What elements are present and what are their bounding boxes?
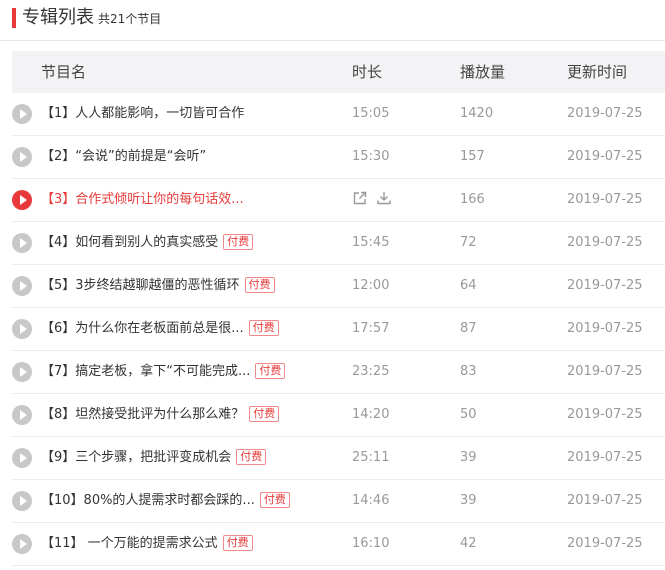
column-header-date: 更新时间 <box>567 63 628 81</box>
play-icon[interactable] <box>12 276 32 296</box>
episode-update-date: 2019-07-25 <box>567 364 643 379</box>
episode-title-text: 【8】坦然接受批评为什么那么难？ <box>41 407 245 422</box>
episode-update-date: 2019-07-25 <box>567 493 643 508</box>
episode-play-count: 87 <box>460 321 477 336</box>
table-row[interactable]: 【6】为什么你在老板面前总是很... 付费 17:57 87 2019-07-25 <box>12 308 665 351</box>
episode-title[interactable]: 【4】如何看到别人的真实感受 付费 <box>41 234 254 252</box>
paid-badge: 付费 <box>236 449 267 465</box>
episode-duration: 23:25 <box>352 364 390 379</box>
episode-title-text: 【11】 一个万能的提需求公式 <box>41 536 218 551</box>
title-accent-bar <box>12 8 16 28</box>
episode-title[interactable]: 【10】80%的人提需求时都会踩的... 付费 <box>41 492 290 510</box>
table-row[interactable]: 【2】“会说”的前提是“会听” 15:30 157 2019-07-25 <box>12 136 665 179</box>
paid-badge: 付费 <box>259 492 290 508</box>
episode-play-count: 83 <box>460 364 477 379</box>
episode-update-date: 2019-07-25 <box>567 149 643 164</box>
episode-title-text: 【1】人人都能影响，一切皆可合作 <box>41 106 245 121</box>
episode-play-count: 157 <box>460 149 485 164</box>
table-row[interactable]: 【4】如何看到别人的真实感受 付费 15:45 72 2019-07-25 <box>12 222 665 265</box>
episode-title-text: 【10】80%的人提需求时都会踩的... <box>41 493 255 508</box>
episode-duration: 12:00 <box>352 278 390 293</box>
table-row[interactable]: 【1】人人都能影响，一切皆可合作 15:05 1420 2019-07-25 <box>12 93 665 136</box>
episode-title[interactable]: 【5】3步终结越聊越僵的恶性循环 付费 <box>41 277 275 295</box>
column-header-duration: 时长 <box>352 63 383 81</box>
episode-duration: 15:45 <box>352 235 390 250</box>
column-header-name: 节目名 <box>41 63 87 81</box>
play-icon[interactable] <box>12 491 32 511</box>
episode-title[interactable]: 【8】坦然接受批评为什么那么难？ 付费 <box>41 406 280 424</box>
episode-duration: 15:05 <box>352 106 390 121</box>
episode-duration: 15:30 <box>352 149 390 164</box>
episode-title[interactable]: 【11】 一个万能的提需求公式 付费 <box>41 535 253 553</box>
paid-badge: 付费 <box>248 320 279 336</box>
episode-title-text: 【3】合作式倾听让你的每句话效... <box>41 192 244 207</box>
episode-update-date: 2019-07-25 <box>567 106 643 121</box>
episode-play-count: 166 <box>460 192 485 207</box>
episode-update-date: 2019-07-25 <box>567 407 643 422</box>
episode-play-count: 72 <box>460 235 477 250</box>
table-row[interactable]: 【9】三个步骤，把批评变成机会 付费 25:11 39 2019-07-25 <box>12 437 665 480</box>
episode-count: 共21个节目 <box>98 12 162 26</box>
episode-title-text: 【7】搞定老板，拿下“不可能完成... <box>41 364 251 379</box>
table-row[interactable]: 【3】合作式倾听让你的每句话效... 166 2019-07-25 <box>12 179 665 222</box>
play-icon[interactable] <box>12 233 32 253</box>
paid-badge: 付费 <box>223 234 254 250</box>
episode-update-date: 2019-07-25 <box>567 321 643 336</box>
paid-badge: 付费 <box>244 277 275 293</box>
episode-title[interactable]: 【1】人人都能影响，一切皆可合作 <box>41 105 244 123</box>
episode-title-text: 【6】为什么你在老板面前总是很... <box>41 321 244 336</box>
episode-duration: 16:10 <box>352 536 390 551</box>
table-header: 节目名 时长 播放量 更新时间 <box>12 51 665 93</box>
episode-duration: 14:20 <box>352 407 390 422</box>
episode-title-text: 【9】三个步骤，把批评变成机会 <box>41 450 232 465</box>
play-icon[interactable] <box>12 405 32 425</box>
table-row[interactable]: 【10】80%的人提需求时都会踩的... 付费 14:46 39 2019-07-25 <box>12 480 665 523</box>
share-icon[interactable] <box>352 190 368 206</box>
paid-badge: 付费 <box>222 535 253 551</box>
episode-title[interactable]: 【3】合作式倾听让你的每句话效... <box>41 191 244 209</box>
download-icon[interactable] <box>376 190 392 206</box>
play-icon[interactable] <box>12 448 32 468</box>
episode-play-count: 42 <box>460 536 477 551</box>
episode-title[interactable]: 【7】搞定老板，拿下“不可能完成... 付费 <box>41 363 286 381</box>
episode-duration: 25:11 <box>352 450 390 465</box>
episode-play-count: 1420 <box>460 106 494 121</box>
table-row[interactable]: 【7】搞定老板，拿下“不可能完成... 付费 23:25 83 2019-07-25 <box>12 351 665 394</box>
table-row[interactable]: 【5】3步终结越聊越僵的恶性循环 付费 12:00 64 2019-07-25 <box>12 265 665 308</box>
episode-update-date: 2019-07-25 <box>567 278 643 293</box>
episode-update-date: 2019-07-25 <box>567 192 643 207</box>
page-title: 专辑列表 <box>22 7 94 28</box>
episode-duration: 17:57 <box>352 321 390 336</box>
episode-title-text: 【5】3步终结越聊越僵的恶性循环 <box>41 278 240 293</box>
episode-duration: 14:46 <box>352 493 390 508</box>
play-icon[interactable] <box>12 190 32 210</box>
album-list-header: 专辑列表 共21个节目 <box>0 0 665 41</box>
paid-badge: 付费 <box>249 406 280 422</box>
play-icon[interactable] <box>12 362 32 382</box>
column-header-plays: 播放量 <box>460 63 506 81</box>
episode-title[interactable]: 【2】“会说”的前提是“会听” <box>41 148 206 166</box>
episode-title[interactable]: 【9】三个步骤，把批评变成机会 付费 <box>41 449 267 467</box>
episode-play-count: 50 <box>460 407 477 422</box>
episode-update-date: 2019-07-25 <box>567 450 643 465</box>
episode-play-count: 64 <box>460 278 477 293</box>
episode-play-count: 39 <box>460 450 477 465</box>
episode-title-text: 【4】如何看到别人的真实感受 <box>41 235 219 250</box>
paid-badge: 付费 <box>255 363 286 379</box>
episode-update-date: 2019-07-25 <box>567 536 643 551</box>
table-row[interactable]: 【8】坦然接受批评为什么那么难？ 付费 14:20 50 2019-07-25 <box>12 394 665 437</box>
table-row[interactable]: 【11】 一个万能的提需求公式 付费 16:10 42 2019-07-25 <box>12 523 665 566</box>
episode-list: 【1】人人都能影响，一切皆可合作 15:05 1420 2019-07-25 【2】“会… <box>12 93 665 566</box>
episode-title-text: 【2】“会说”的前提是“会听” <box>41 149 207 164</box>
episode-title[interactable]: 【6】为什么你在老板面前总是很... 付费 <box>41 320 279 338</box>
play-icon[interactable] <box>12 104 32 124</box>
play-icon[interactable] <box>12 319 32 339</box>
episode-update-date: 2019-07-25 <box>567 235 643 250</box>
episode-play-count: 39 <box>460 493 477 508</box>
play-icon[interactable] <box>12 147 32 167</box>
play-icon[interactable] <box>12 534 32 554</box>
